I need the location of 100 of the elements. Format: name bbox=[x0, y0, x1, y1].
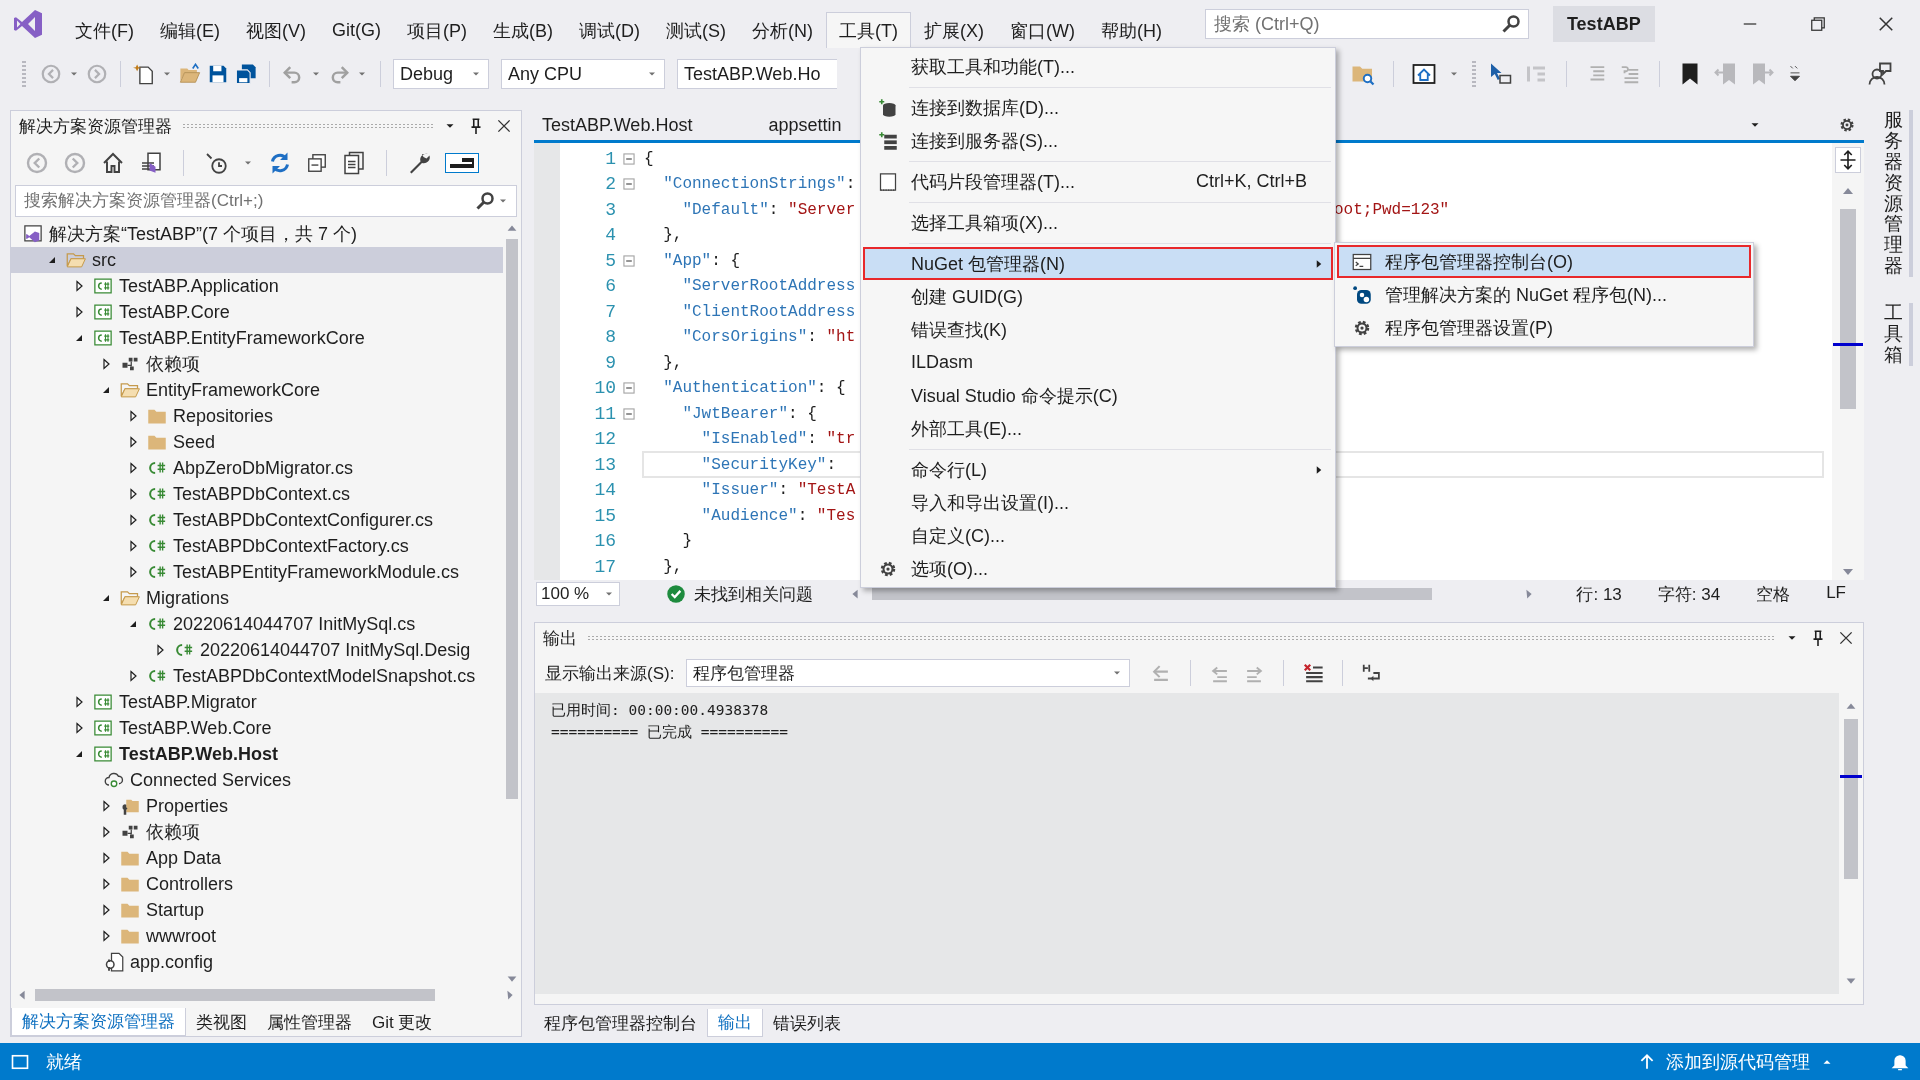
menu-item[interactable]: ILDasm bbox=[863, 346, 1333, 379]
document-tab[interactable]: appsettin bbox=[768, 114, 842, 136]
tree-item[interactable]: TestABP.Core bbox=[11, 299, 503, 325]
menu-item[interactable]: 文件(F) bbox=[62, 12, 147, 48]
tree-item[interactable]: TestABPEntityFrameworkModule.cs bbox=[11, 559, 503, 585]
line-ending-indicator[interactable]: LF bbox=[1826, 582, 1846, 606]
panel-tab[interactable]: 解决方案资源管理器 bbox=[11, 1008, 186, 1036]
menu-item[interactable]: 选项(O)... bbox=[863, 552, 1333, 585]
settings-icon[interactable] bbox=[1838, 116, 1856, 134]
tree-item[interactable]: src bbox=[11, 247, 503, 273]
tree-item[interactable]: Properties bbox=[11, 793, 503, 819]
menu-item[interactable]: 项目(P) bbox=[394, 12, 480, 48]
save-icon[interactable] bbox=[207, 63, 229, 85]
tree-item[interactable]: 解决方案“TestABP”(7 个项目，共 7 个) bbox=[11, 221, 503, 247]
menu-item[interactable]: Visual Studio 命令提示(C) bbox=[863, 379, 1333, 412]
panel-tab[interactable]: 类视图 bbox=[186, 1008, 257, 1036]
fold-icon[interactable] bbox=[620, 175, 638, 193]
menu-item[interactable]: NuGet 包管理器(N) bbox=[863, 247, 1333, 280]
tree-item[interactable]: 20220614044707 InitMySql.Desig bbox=[11, 637, 503, 663]
document-tab[interactable]: TestABP.Web.Host bbox=[542, 114, 693, 136]
menu-item[interactable]: 代码片段管理器(T)... Ctrl+K, Ctrl+B bbox=[863, 165, 1333, 198]
tree-item[interactable]: App Data bbox=[11, 845, 503, 871]
cursor-icon[interactable] bbox=[1488, 62, 1512, 86]
copy-icon[interactable] bbox=[342, 151, 366, 175]
tree-item[interactable]: app.config bbox=[11, 949, 503, 975]
tree-item[interactable]: TestABPDbContextModelSnapshot.cs bbox=[11, 663, 503, 689]
menu-item[interactable]: 编辑(E) bbox=[147, 12, 233, 48]
source-control-button[interactable]: 添加到源代码管理 bbox=[1638, 1049, 1834, 1074]
fold-icon[interactable] bbox=[620, 379, 638, 397]
configuration-dropdown[interactable]: Debug bbox=[393, 59, 489, 89]
side-tab[interactable]: 服务器资源管理器 bbox=[1883, 110, 1913, 278]
tree-item[interactable]: TestABP.Migrator bbox=[11, 689, 503, 715]
tree-item[interactable]: TestABPDbContextConfigurer.cs bbox=[11, 507, 503, 533]
tree-item[interactable]: 依赖项 bbox=[11, 351, 503, 377]
window-home-icon[interactable] bbox=[1412, 62, 1436, 86]
split-button[interactable] bbox=[1835, 147, 1861, 173]
menu-item[interactable]: 帮助(H) bbox=[1087, 12, 1175, 48]
open-folder-icon[interactable] bbox=[179, 63, 201, 85]
panel-tab[interactable]: 输出 bbox=[707, 1009, 763, 1037]
tree-item[interactable]: Migrations bbox=[11, 585, 503, 611]
switch-view-icon[interactable] bbox=[139, 151, 163, 175]
menu-item[interactable]: 扩展(X) bbox=[910, 12, 997, 48]
tree-item[interactable]: TestABPDbContext.cs bbox=[11, 481, 503, 507]
search-icon[interactable] bbox=[1500, 14, 1521, 34]
menu-item[interactable]: 分析(N) bbox=[739, 12, 826, 48]
new-item-icon[interactable] bbox=[133, 63, 155, 85]
menu-item[interactable]: 视图(V) bbox=[233, 12, 319, 48]
scrollbar-thumb[interactable] bbox=[1844, 719, 1858, 879]
menu-item[interactable]: 生成(B) bbox=[480, 12, 566, 48]
indent-indicator[interactable]: 空格 bbox=[1756, 582, 1791, 606]
menu-item[interactable]: 错误查找(K) bbox=[863, 313, 1333, 346]
menu-item[interactable]: 程序包管理器控制台(O) bbox=[1337, 245, 1751, 278]
tree-item[interactable]: Repositories bbox=[11, 403, 503, 429]
collapse-all-icon[interactable] bbox=[306, 152, 328, 174]
panel-tab[interactable]: 属性管理器 bbox=[257, 1008, 362, 1036]
platform-dropdown[interactable]: Any CPU bbox=[501, 59, 665, 89]
menu-item[interactable]: 调试(D) bbox=[566, 12, 653, 48]
menu-item[interactable]: 工具(T) bbox=[826, 12, 911, 48]
feedback-icon[interactable] bbox=[1868, 62, 1892, 86]
menu-item[interactable]: 命令行(L) bbox=[863, 453, 1333, 486]
save-all-icon[interactable] bbox=[235, 63, 257, 85]
tree-item[interactable]: AbpZeroDbMigrator.cs bbox=[11, 455, 503, 481]
tree-item[interactable]: TestABP.Web.Host bbox=[11, 741, 503, 767]
scrollbar-thumb[interactable] bbox=[872, 588, 1433, 600]
tree-item[interactable]: 20220614044707 InitMySql.cs bbox=[11, 611, 503, 637]
tree-item[interactable]: Seed bbox=[11, 429, 503, 455]
tree-item[interactable]: 依赖项 bbox=[11, 819, 503, 845]
tree-item[interactable]: EntityFrameworkCore bbox=[11, 377, 503, 403]
search-field[interactable]: 搜索解决方案资源管理器(Ctrl+;) bbox=[15, 185, 517, 217]
startup-dropdown[interactable]: TestABP.Web.Ho bbox=[677, 59, 837, 89]
restore-icon[interactable] bbox=[1808, 14, 1828, 34]
menu-item[interactable]: 获取工具和功能(T)... bbox=[863, 50, 1333, 83]
close-icon[interactable] bbox=[495, 117, 513, 135]
menu-item[interactable]: 创建 GUID(G) bbox=[863, 280, 1333, 313]
panel-tab[interactable]: Git 更改 bbox=[362, 1008, 443, 1036]
home-icon[interactable] bbox=[101, 151, 125, 175]
history-icon[interactable] bbox=[204, 151, 228, 175]
menu-item[interactable]: 程序包管理器设置(P) bbox=[1337, 311, 1751, 344]
menu-item[interactable]: 测试(S) bbox=[653, 12, 739, 48]
menu-item[interactable]: 连接到数据库(D)... bbox=[863, 91, 1333, 124]
close-icon[interactable] bbox=[1837, 629, 1855, 647]
tree-item[interactable]: Connected Services bbox=[11, 767, 503, 793]
refresh-icon[interactable] bbox=[268, 151, 292, 175]
tree-item[interactable]: TestABP.EntityFrameworkCore bbox=[11, 325, 503, 351]
panel-tab[interactable]: 错误列表 bbox=[763, 1009, 851, 1037]
menu-item[interactable]: 自定义(C)... bbox=[863, 519, 1333, 552]
preview-toggle[interactable] bbox=[445, 153, 479, 173]
source-dropdown[interactable]: 程序包管理器 bbox=[686, 659, 1131, 687]
tree-item[interactable]: Controllers bbox=[11, 871, 503, 897]
tree-item[interactable]: Startup bbox=[11, 897, 503, 923]
zoom-dropdown[interactable]: 100 % bbox=[536, 582, 620, 606]
side-tab[interactable]: 工具箱 bbox=[1883, 303, 1913, 366]
tree-item[interactable]: TestABPDbContextFactory.cs bbox=[11, 533, 503, 559]
tree-item[interactable]: wwwroot bbox=[11, 923, 503, 949]
menu-item[interactable]: 选择工具箱项(X)... bbox=[863, 206, 1333, 239]
clear-all-icon[interactable] bbox=[1302, 662, 1325, 684]
tree-item[interactable]: TestABP.Web.Core bbox=[11, 715, 503, 741]
search-field[interactable]: 搜索 (Ctrl+Q) bbox=[1204, 9, 1529, 39]
menu-item[interactable]: 窗口(W) bbox=[996, 12, 1088, 48]
menu-item[interactable]: Git(G) bbox=[319, 12, 394, 48]
